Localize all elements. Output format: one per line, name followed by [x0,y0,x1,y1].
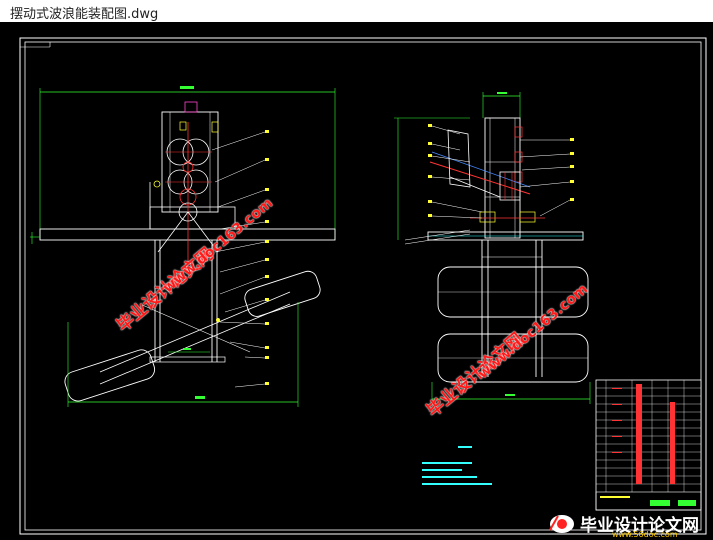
assembly-drawing [19,37,707,535]
technical-notes [422,446,492,485]
cad-drawing-canvas[interactable]: 毕业设计论文网 www.doc163.com 毕业设计论文网 www.doc16… [0,22,713,540]
logo-url: www.56doc.com [612,530,678,539]
logo-mark-icon [549,515,574,533]
front-view [30,86,336,407]
window-title: 摆动式波浪能装配图.dwg [10,7,159,22]
site-logo: 毕业设计论文网 www.56doc.com [548,510,708,539]
parts-list-table [595,379,702,511]
title-bar: 摆动式波浪能装配图.dwg [0,0,713,23]
